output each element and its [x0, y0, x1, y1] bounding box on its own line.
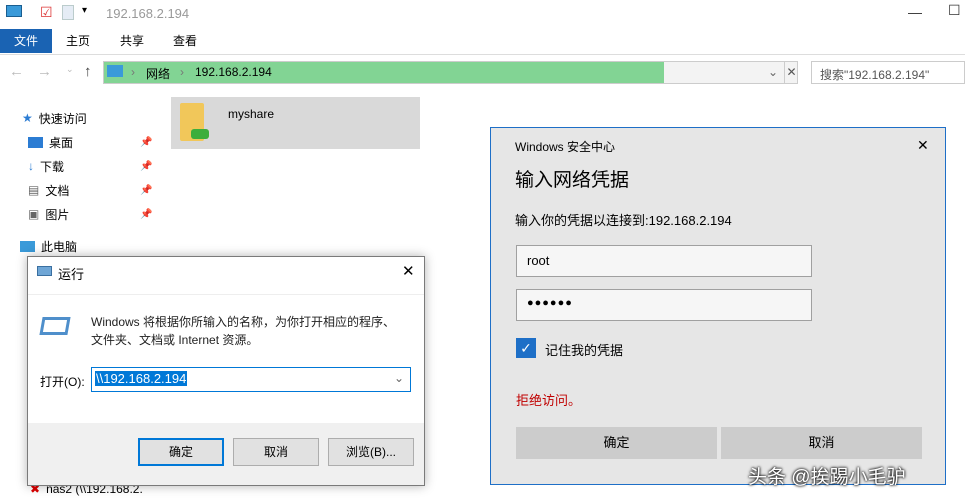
minimize-icon[interactable]: — — [908, 4, 922, 20]
star-icon: ★ — [22, 111, 33, 125]
title-bar: ☑ ▾ 192.168.2.194 — ☐ — [0, 0, 965, 28]
forward-icon[interactable]: → — [37, 63, 52, 80]
run-dialog: 运行 ✕ Windows 将根据你所输入的名称，为你打开相应的程序、 文件夹、文… — [27, 256, 425, 486]
ok-button[interactable]: 确定 — [138, 438, 224, 466]
breadcrumb-host[interactable]: 192.168.2.194 — [195, 65, 272, 79]
chevron-down-icon[interactable]: ⌄ — [394, 371, 404, 385]
tab-file[interactable]: 文件 — [0, 29, 52, 53]
pin-icon[interactable]: 📌 — [140, 137, 152, 148]
new-folder-icon[interactable] — [62, 5, 74, 20]
properties-icon[interactable]: ☑ — [40, 4, 53, 21]
close-icon[interactable]: ✕ — [784, 62, 798, 83]
sidebar-item-pictures[interactable]: ▣ 图片 — [28, 203, 69, 225]
cancel-button[interactable]: 取消 — [721, 427, 922, 459]
open-input[interactable]: \\192.168.2.194 ⌄ — [91, 367, 411, 392]
address-bar[interactable]: › 网络 › 192.168.2.194 ⌄ ✕ — [103, 61, 798, 84]
open-label: 打开(O): — [40, 375, 85, 389]
tab-share[interactable]: 共享 — [106, 29, 158, 53]
picture-icon: ▣ — [28, 207, 40, 221]
close-icon[interactable]: ✕ — [402, 262, 415, 280]
cancel-button[interactable]: 取消 — [233, 438, 319, 466]
desktop-icon — [28, 136, 43, 148]
sidebar-item-label: 快速访问 — [38, 111, 87, 126]
chevron-right-icon: › — [180, 65, 184, 79]
close-icon[interactable]: ✕ — [917, 137, 929, 154]
security-dialog: Windows 安全中心 ✕ 输入网络凭据 输入你的凭据以连接到:192.168… — [490, 127, 946, 485]
prompt: 输入你的凭据以连接到:192.168.2.194 — [515, 213, 732, 228]
sidebar-item-this-pc[interactable]: 此电脑 — [20, 235, 77, 257]
chevron-right-icon: › — [131, 65, 135, 79]
dialog-heading: 输入网络凭据 — [515, 170, 630, 191]
ribbon: 文件 主页 共享 查看 — [0, 29, 965, 55]
tab-view[interactable]: 查看 — [159, 29, 211, 53]
pin-icon[interactable]: 📌 — [140, 209, 152, 220]
maximize-icon[interactable]: ☐ — [948, 2, 961, 19]
sidebar-item-label: 图片 — [45, 207, 70, 222]
folder-name: myshare — [228, 107, 275, 121]
computer-icon — [107, 65, 123, 77]
window-title: 192.168.2.194 — [106, 6, 190, 21]
watermark: 头条 @挨踢小毛驴 — [748, 467, 906, 488]
pin-icon[interactable]: 📌 — [140, 185, 152, 196]
document-icon: ▤ — [28, 183, 40, 197]
sidebar-item-label: 此电脑 — [41, 239, 78, 254]
username-field[interactable]: root — [516, 245, 812, 277]
breadcrumb-network[interactable]: 网络 — [146, 65, 170, 82]
sidebar-item-label: 下载 — [40, 159, 65, 174]
customize-dropdown-icon[interactable]: ▾ — [82, 5, 87, 16]
computer-icon — [6, 5, 22, 17]
run-icon — [37, 266, 52, 276]
share-icon — [191, 129, 209, 139]
download-icon: ↓ — [28, 159, 34, 173]
divider — [28, 294, 424, 295]
open-value: \\192.168.2.194 — [95, 371, 188, 386]
tab-home[interactable]: 主页 — [52, 29, 104, 53]
computer-icon — [20, 240, 35, 252]
up-icon[interactable]: ↑ — [84, 63, 92, 80]
remember-label: 记住我的凭据 — [545, 343, 624, 358]
sidebar-item-downloads[interactable]: ↓ 下载 — [28, 155, 64, 177]
password-field[interactable]: ●●●●●● — [516, 289, 812, 321]
description: 文件夹、文档或 Internet 资源。 — [91, 333, 259, 347]
sidebar-item-label: 桌面 — [49, 135, 74, 150]
run-large-icon — [39, 317, 71, 335]
ok-button[interactable]: 确定 — [516, 427, 717, 459]
remember-checkbox[interactable]: ✓ — [516, 338, 536, 358]
sidebar-item-documents[interactable]: ▤ 文档 — [28, 179, 69, 201]
error-message: 拒绝访问。 — [516, 393, 582, 408]
browse-button[interactable]: 浏览(B)... — [328, 438, 414, 466]
address-progress — [104, 62, 664, 83]
sidebar-item-label: 文档 — [45, 183, 70, 198]
sidebar-item-desktop[interactable]: 桌面 — [28, 131, 73, 153]
chevron-down-icon[interactable]: ⌄ — [768, 65, 778, 79]
dialog-app-title: Windows 安全中心 — [515, 140, 616, 154]
dialog-title: 运行 — [58, 267, 85, 282]
description: Windows 将根据你所输入的名称，为你打开相应的程序、 — [91, 315, 396, 329]
recent-dropdown-icon[interactable]: ⌄ — [66, 64, 74, 75]
folder-myshare[interactable]: myshare — [171, 97, 420, 149]
back-icon[interactable]: ← — [9, 63, 24, 80]
sidebar-item-quick-access[interactable]: ★ 快速访问 — [22, 107, 87, 129]
search-input[interactable]: 搜索"192.168.2.194" — [811, 61, 965, 84]
pin-icon[interactable]: 📌 — [140, 161, 152, 172]
